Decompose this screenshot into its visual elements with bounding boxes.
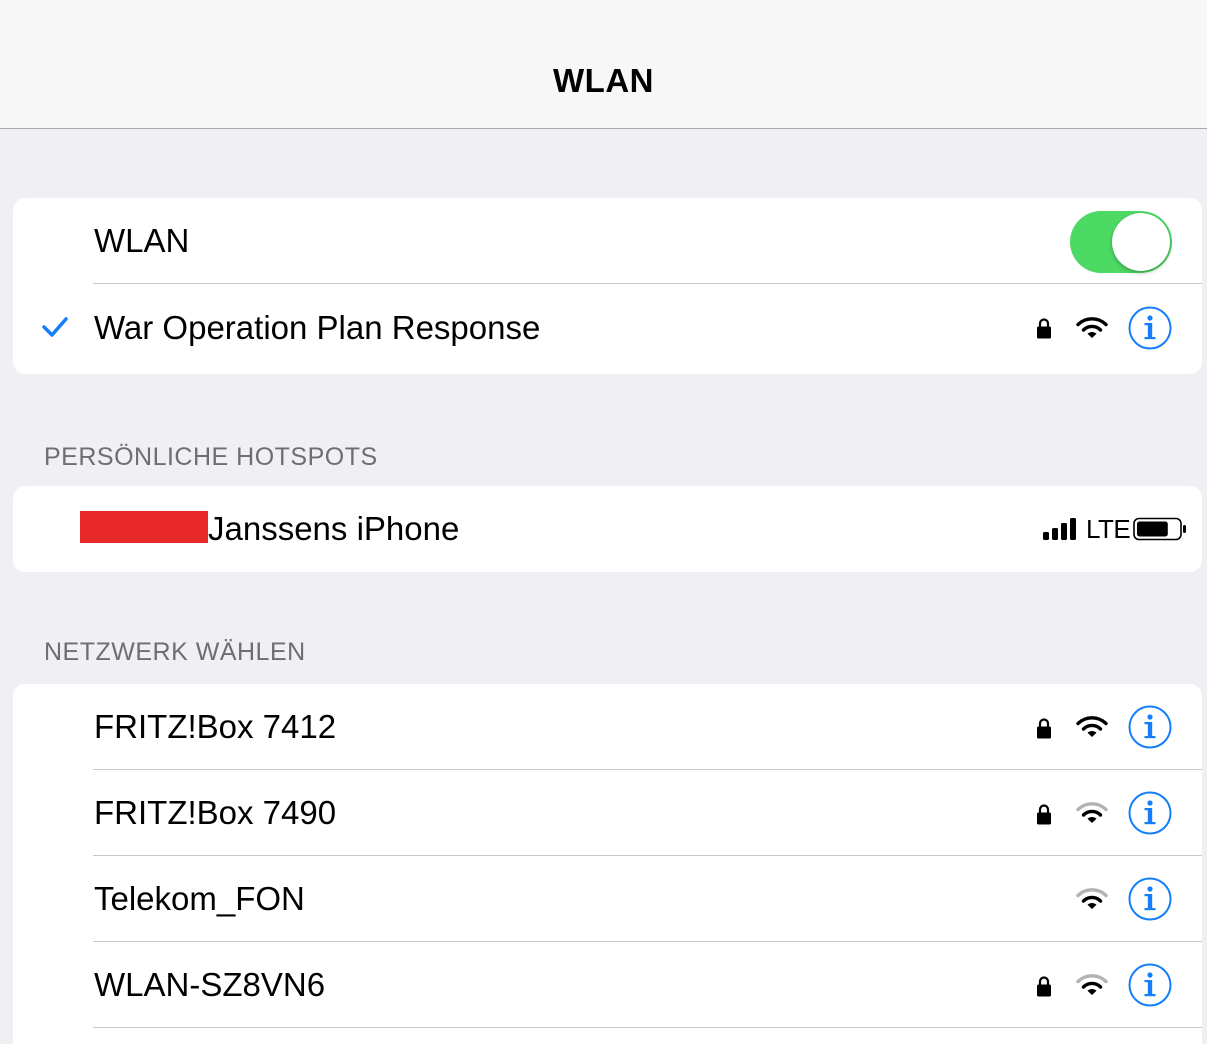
info-icon[interactable]	[1128, 791, 1172, 835]
network-row[interactable]: FRITZ!Box 7412	[13, 684, 1202, 770]
toggle-knob[interactable]	[1112, 213, 1170, 271]
networks-group: FRITZ!Box 7412 FRITZ!Box 7490 Telekom_FO…	[13, 684, 1202, 1044]
hotspot-row[interactable]: Janssens iPhone LTE	[13, 486, 1202, 572]
network-row[interactable]: FRITZ!Box 7490	[13, 770, 1202, 856]
hotspots-header: PERSÖNLICHE HOTSPOTS	[44, 443, 378, 471]
info-icon[interactable]	[1128, 963, 1172, 1007]
info-icon[interactable]	[1128, 877, 1172, 921]
lock-icon	[1037, 804, 1051, 825]
info-icon[interactable]	[1128, 705, 1172, 749]
wifi-signal-icon	[1076, 716, 1108, 737]
checkmark-icon	[42, 317, 68, 337]
page-title: WLAN	[553, 62, 654, 99]
wifi-signal-icon	[1076, 802, 1108, 823]
wifi-signal-icon	[1076, 888, 1108, 909]
network-name: WLAN-SZ8VN6	[94, 966, 326, 1003]
hotspot-name: Janssens iPhone	[208, 510, 460, 547]
wlan-toggle-label: WLAN	[94, 222, 190, 259]
redaction-bar	[80, 511, 208, 543]
cellular-signal-icon	[1043, 518, 1076, 540]
wifi-signal-icon	[1076, 974, 1108, 995]
wlan-group: WLAN War Operation Plan Response	[13, 198, 1202, 374]
connected-network-name: War Operation Plan Response	[94, 309, 541, 346]
network-type-label: LTE	[1086, 514, 1131, 544]
network-row[interactable]: WLAN-SZ8VN6	[13, 942, 1202, 1028]
lock-icon	[1037, 718, 1051, 739]
network-list: FRITZ!Box 7412 FRITZ!Box 7490 Telekom_FO…	[13, 684, 1202, 1028]
lock-icon	[1037, 976, 1051, 997]
hotspots-group: Janssens iPhone LTE	[13, 486, 1202, 572]
network-name: Telekom_FON	[94, 880, 305, 917]
lock-icon	[1037, 318, 1051, 339]
navigation-bar: WLAN	[0, 0, 1207, 129]
row-separator	[93, 1027, 1202, 1028]
info-icon[interactable]	[1128, 306, 1172, 350]
battery-icon	[1133, 517, 1186, 541]
network-name: FRITZ!Box 7412	[94, 708, 337, 745]
wifi-signal-icon	[1076, 317, 1108, 338]
wlan-toggle-switch[interactable]	[1070, 211, 1172, 273]
networks-header: NETZWERK WÄHLEN	[44, 638, 306, 666]
network-name: FRITZ!Box 7490	[94, 794, 337, 831]
wlan-toggle-row: WLAN	[13, 198, 1202, 284]
network-row[interactable]: Telekom_FON	[13, 856, 1202, 942]
connected-network-row[interactable]: War Operation Plan Response	[13, 284, 1202, 374]
